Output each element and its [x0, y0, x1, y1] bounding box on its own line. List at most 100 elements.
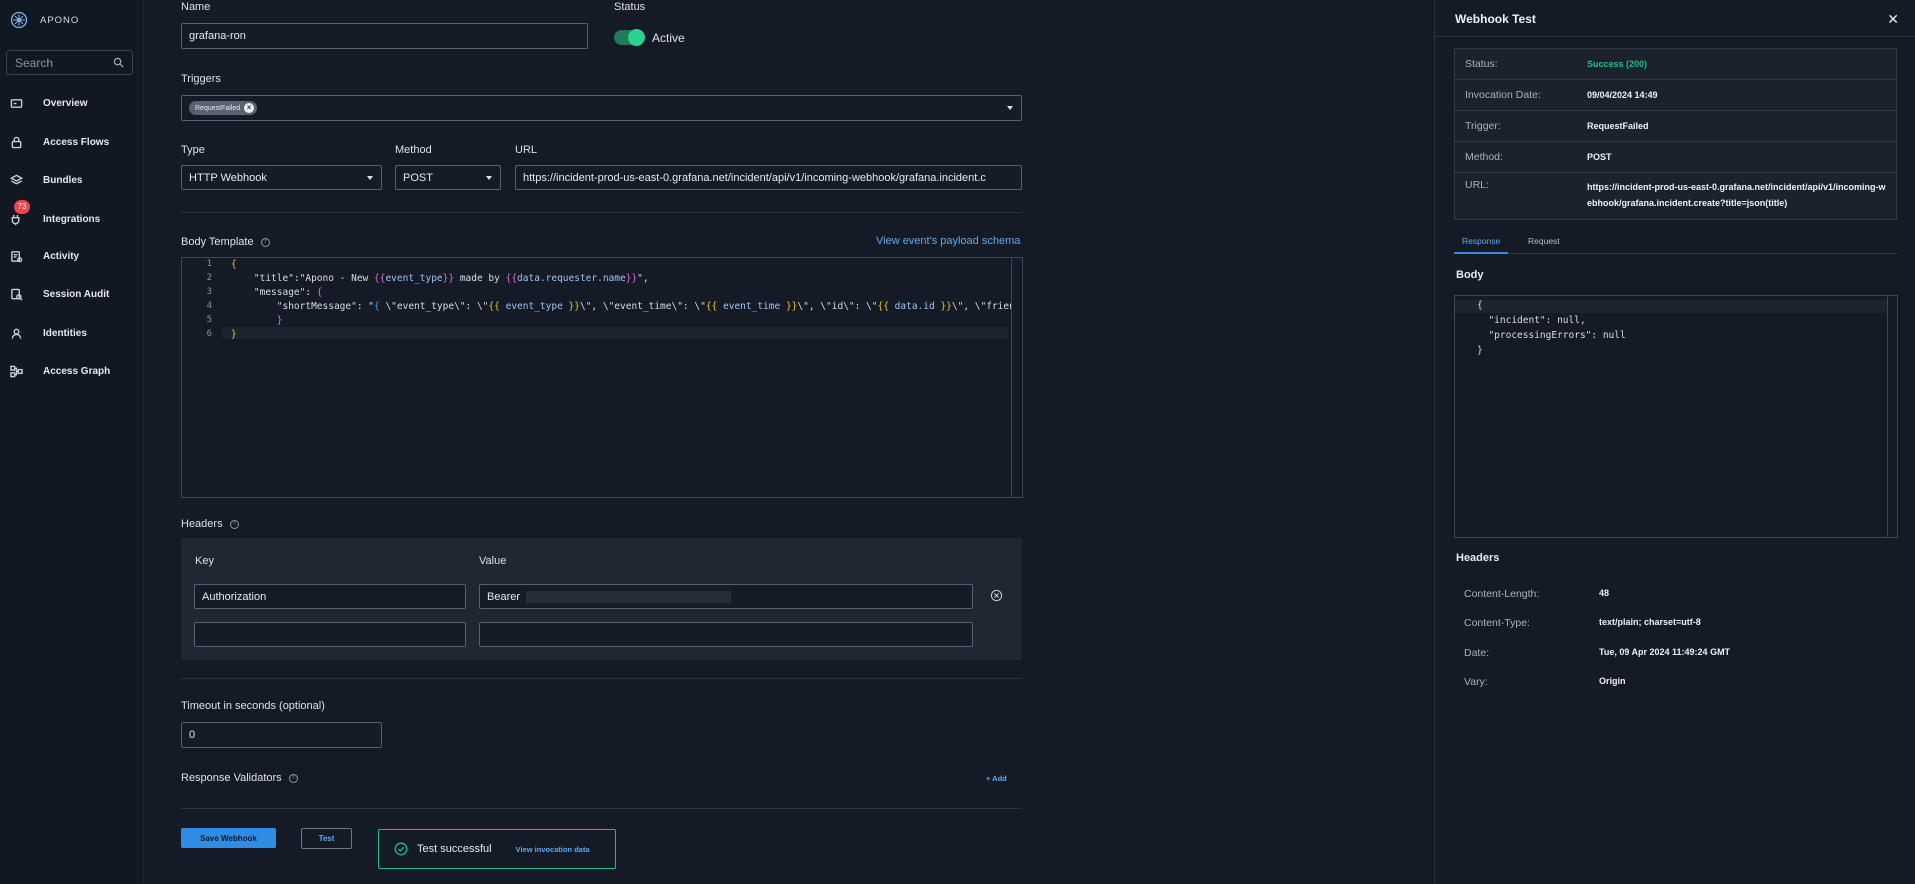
timeout-input[interactable]: 0: [181, 722, 382, 748]
sidebar-item-label: Session Audit: [43, 288, 110, 300]
response-request-tabs: Response Request: [1454, 233, 1897, 254]
plug-icon: [11, 214, 20, 225]
sidebar-item-bundles[interactable]: Bundles: [0, 166, 143, 194]
response-header-row: Content-Length: 48: [1464, 588, 1884, 600]
tab-request[interactable]: Request: [1520, 233, 1568, 254]
save-webhook-button[interactable]: Save Webhook: [181, 828, 276, 848]
url-key: URL:: [1465, 179, 1489, 191]
code-line: {: [1477, 300, 1483, 311]
sidebar-item-integrations[interactable]: 73 Integrations: [0, 200, 143, 233]
chevron-down-icon: [367, 175, 373, 180]
add-validator-button[interactable]: + Add: [986, 774, 1007, 783]
webhook-test-panel: Webhook Test ✕ Status: Success (200) Inv…: [1434, 0, 1915, 884]
brand-logo[interactable]: APONO: [10, 11, 79, 29]
line-number: 4: [206, 301, 212, 311]
response-header-row: Content-Type: text/plain; charset=utf-8: [1464, 617, 1884, 629]
close-icon[interactable]: ✕: [1887, 11, 1899, 28]
divider: [181, 678, 1022, 679]
name-label: Name: [181, 1, 211, 13]
url-value: https://incident-prod-us-east-0.grafana.…: [1587, 182, 1886, 208]
sidebar-item-activity[interactable]: Activity: [0, 242, 143, 270]
method-label: Method: [395, 144, 432, 156]
validators-label: Response Validators?: [181, 772, 298, 784]
method-select[interactable]: POST: [395, 165, 501, 190]
remove-header-icon[interactable]: [990, 589, 1003, 602]
sidebar-item-overview[interactable]: Overview: [0, 89, 143, 117]
method-key: Method:: [1465, 151, 1503, 163]
test-success-toast: Test successful View invocation data: [378, 829, 616, 869]
current-line-highlight: [222, 327, 1008, 339]
trigger-key: Trigger:: [1465, 120, 1501, 132]
line-number: 3: [206, 287, 212, 297]
search-input[interactable]: [15, 55, 111, 70]
divider: [181, 808, 1022, 809]
header-value: text/plain; charset=utf-8: [1599, 617, 1701, 627]
header-value-input[interactable]: Bearer: [479, 584, 973, 609]
tab-response[interactable]: Response: [1454, 233, 1509, 254]
invocation-date-row: Invocation Date: 09/04/2024 14:49: [1455, 80, 1896, 111]
code-line: "shortMessage": "{ \"event_type\": \"{{ …: [231, 301, 1011, 312]
new-header-value-input[interactable]: [479, 622, 973, 647]
value-column-header: Value: [479, 555, 507, 567]
status-key: Status:: [1465, 58, 1498, 70]
type-value: HTTP Webhook: [189, 171, 267, 184]
line-number-gutter: 1 2 3 4 5 6: [182, 258, 222, 497]
sidebar-item-label: Access Graph: [43, 365, 111, 377]
headers-text: Headers: [181, 518, 223, 530]
sidebar-item-label: Activity: [43, 250, 80, 262]
invocation-date-key: Invocation Date:: [1465, 89, 1541, 101]
search-icon[interactable]: [113, 57, 124, 68]
sidebar-item-session-audit[interactable]: Session Audit: [0, 280, 143, 308]
header-key-input[interactable]: Authorization: [194, 584, 466, 609]
status-value: Success (200): [1587, 59, 1648, 69]
method-row: Method: POST: [1455, 142, 1896, 173]
toast-message: Test successful: [417, 843, 492, 855]
trigger-chip: RequestFailed ×: [189, 101, 258, 115]
session-audit-icon: [11, 288, 23, 301]
type-select[interactable]: HTTP Webhook: [181, 165, 382, 190]
body-section-title: Body: [1456, 269, 1484, 281]
invocation-summary: Status: Success (200) Invocation Date: 0…: [1454, 48, 1897, 220]
type-label: Type: [181, 144, 205, 156]
identities-icon: [11, 328, 22, 339]
test-button[interactable]: Test: [301, 828, 352, 849]
sidebar: APONO Overview Access Flows Bundles 73 I…: [0, 0, 144, 884]
search-box[interactable]: [6, 50, 133, 75]
sidebar-item-access-graph[interactable]: Access Graph: [0, 357, 143, 385]
trigger-chip-label: RequestFailed: [195, 104, 241, 112]
sidebar-item-identities[interactable]: Identities: [0, 319, 143, 347]
panel-title: Webhook Test: [1455, 12, 1536, 26]
status-row: Status: Success (200): [1455, 49, 1896, 80]
sidebar-item-label: Identities: [43, 327, 87, 339]
help-icon[interactable]: ?: [288, 773, 298, 783]
sidebar-item-label: Access Flows: [43, 136, 110, 148]
trigger-row: Trigger: RequestFailed: [1455, 111, 1896, 142]
header-key: Content-Type:: [1464, 617, 1530, 629]
method-value: POST: [403, 171, 433, 184]
code-line: }: [276, 315, 283, 326]
sidebar-item-access-flows[interactable]: Access Flows: [0, 128, 143, 156]
help-icon[interactable]: ?: [229, 519, 239, 529]
editor-scrollbar[interactable]: [1011, 258, 1022, 497]
remove-chip-icon[interactable]: ×: [244, 103, 255, 113]
body-scrollbar[interactable]: [1887, 296, 1897, 537]
body-template-editor[interactable]: 1 2 3 4 5 6 { "title":"Apono - New {{eve…: [181, 257, 1023, 498]
triggers-select[interactable]: [181, 95, 1022, 121]
url-label: URL: [515, 144, 538, 156]
invocation-date-value: 09/04/2024 14:49: [1587, 90, 1658, 100]
lock-icon: [11, 136, 22, 148]
new-header-key-input[interactable]: [194, 622, 466, 647]
help-icon[interactable]: ?: [260, 237, 270, 247]
view-invocation-link[interactable]: View invocation data: [516, 845, 590, 854]
status-toggle[interactable]: [614, 29, 645, 46]
response-header-row: Vary: Origin: [1464, 676, 1884, 688]
response-body-viewer[interactable]: { "incident": null, "processingErrors": …: [1454, 295, 1898, 538]
headers-label: Headers?: [181, 518, 239, 530]
url-input[interactable]: https://incident-prod-us-east-0.grafana.…: [515, 165, 1022, 190]
code-line: "title":"Apono - New {{event_type}} made…: [231, 273, 649, 284]
body-template-label: Body Template?: [181, 236, 270, 248]
code-line: {: [231, 259, 237, 270]
payload-schema-link[interactable]: View event's payload schema: [876, 235, 1020, 247]
name-input[interactable]: grafana-ron: [181, 23, 588, 49]
trigger-value: RequestFailed: [1587, 121, 1649, 131]
